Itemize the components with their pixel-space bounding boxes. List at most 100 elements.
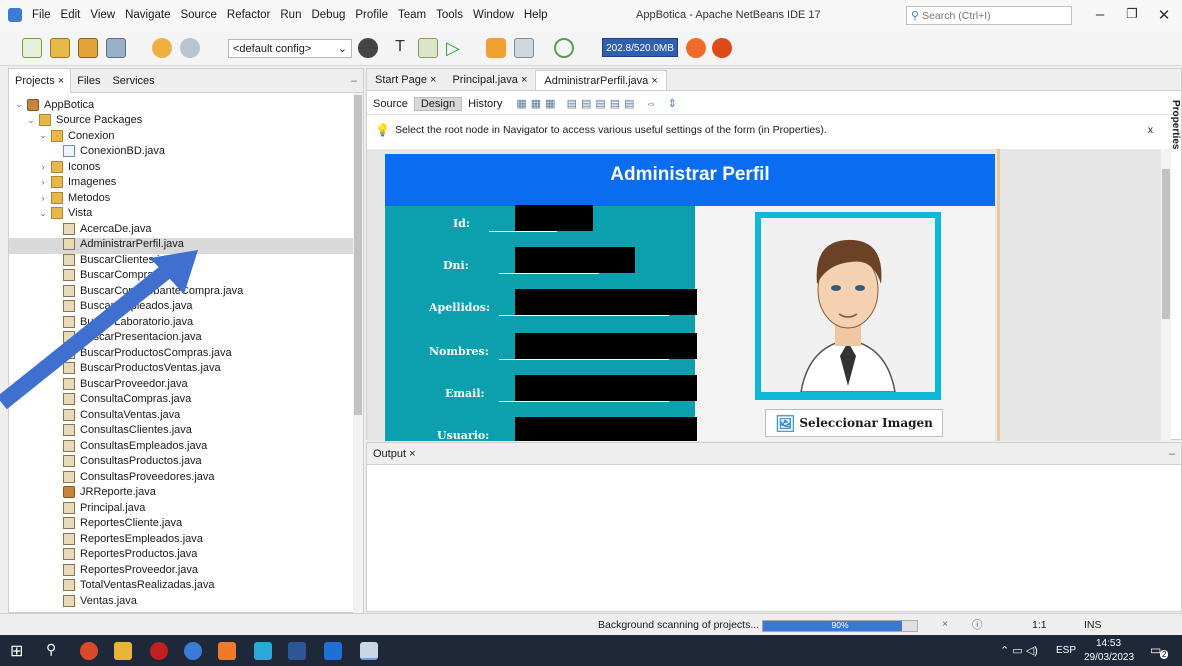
tab-principal[interactable]: Principal.java × (444, 70, 535, 90)
field-email[interactable] (515, 375, 697, 401)
layout-tools-icon[interactable]: ▦▦▦ ▤▤▤▤▤ ⇔ ⇕ (516, 97, 681, 110)
menu-view[interactable]: View (90, 9, 115, 21)
design-mode-button[interactable]: Design (413, 96, 463, 111)
expand-toggle-icon[interactable]: ⌄ (25, 115, 37, 126)
tree-file-item[interactable]: AcercaDe.java (49, 221, 152, 237)
word-icon[interactable] (288, 642, 306, 660)
menu-tools[interactable]: Tools (436, 9, 463, 21)
tree-folder-item[interactable]: › Iconos (37, 159, 100, 175)
cancel-scan-icon[interactable]: × (942, 618, 948, 630)
menu-team[interactable]: Team (398, 9, 426, 21)
scrollbar-thumb[interactable] (354, 95, 362, 415)
windows-start-icon[interactable]: ⊞ (10, 641, 23, 661)
menu-source[interactable]: Source (180, 9, 216, 21)
menu-debug[interactable]: Debug (311, 9, 345, 21)
new-project-icon[interactable] (50, 38, 70, 58)
expand-toggle-icon[interactable]: ⌄ (37, 208, 49, 219)
apply-code-changes-icon[interactable] (554, 38, 574, 58)
tab-start-page[interactable]: Start Page × (367, 70, 444, 90)
chrome-profile-icon[interactable] (184, 642, 202, 660)
debug-icon[interactable] (486, 38, 506, 58)
save-all-icon[interactable] (106, 38, 126, 58)
search-icon[interactable]: ⚲ (46, 641, 56, 658)
notifications-icon[interactable]: ⓘ (972, 617, 983, 632)
memory-indicator[interactable]: 202.8/520.0MB (602, 38, 678, 57)
build-hammer-icon[interactable]: T (390, 38, 410, 58)
file-explorer-icon[interactable] (114, 642, 132, 660)
undo-icon[interactable] (152, 38, 172, 58)
tree-file-item[interactable]: ConsultasClientes.java (49, 423, 192, 439)
tree-scrollbar[interactable] (353, 93, 363, 613)
field-nombres[interactable] (515, 333, 697, 359)
tree-file-item[interactable]: ReportesCliente.java (49, 516, 182, 532)
minimize-button[interactable]: – (1086, 6, 1114, 23)
menu-edit[interactable]: Edit (61, 9, 81, 21)
close-window-button[interactable]: ✕ (1150, 6, 1178, 24)
language-indicator[interactable]: ESP (1056, 645, 1076, 656)
tab-projects[interactable]: Projects × (9, 68, 72, 93)
tree-folder-item[interactable]: › Metodos (37, 190, 110, 206)
system-tray-icon[interactable]: ⌃ ▭ ◁) (1000, 644, 1038, 657)
redo-icon[interactable] (180, 38, 200, 58)
tree-folder-item[interactable]: › Imagenes (37, 175, 116, 191)
properties-side-tab[interactable]: Properties (1170, 100, 1181, 149)
tree-file-item[interactable]: ConsultasProductos.java (49, 454, 202, 470)
clean-build-broom-icon[interactable] (418, 38, 438, 58)
tab-files[interactable]: Files (71, 75, 106, 87)
tab-output[interactable]: Output × (367, 448, 422, 460)
expand-toggle-icon[interactable]: ⌄ (37, 130, 49, 141)
field-dni[interactable] (515, 247, 635, 273)
maximize-button[interactable]: ❐ (1118, 6, 1146, 22)
menu-profile[interactable]: Profile (355, 9, 388, 21)
editor-scrollbar[interactable] (1161, 149, 1171, 441)
tree-folder-item[interactable]: ⌄ Source Packages (25, 113, 142, 129)
expand-toggle-icon[interactable]: › (37, 177, 49, 187)
clean-build-icon[interactable] (358, 38, 378, 58)
select-image-button[interactable]: 🖼 Seleccionar Imagen (765, 409, 943, 437)
tree-file-item[interactable]: ReportesEmpleados.java (49, 531, 203, 547)
tree-file-item[interactable]: ConexionBD.java (49, 144, 165, 160)
menu-window[interactable]: Window (473, 9, 514, 21)
scrollbar-thumb[interactable] (1162, 169, 1170, 319)
xampp-icon[interactable] (218, 642, 236, 660)
tree-file-item[interactable]: ConsultasProveedores.java (49, 469, 215, 485)
hint-close-button[interactable]: x (1148, 124, 1153, 136)
tree-file-item[interactable]: JRReporte.java (49, 485, 156, 501)
tree-file-item[interactable]: ReportesProductos.java (49, 547, 197, 563)
tree-folder-item[interactable]: ⌄ Vista (37, 206, 92, 222)
profile-image-frame[interactable] (755, 212, 941, 400)
history-mode-button[interactable]: History (462, 98, 508, 110)
menu-file[interactable]: File (32, 9, 51, 21)
tree-file-item[interactable]: ReportesProveedor.java (49, 562, 198, 578)
tree-folder-item[interactable]: ⌄ AppBotica (13, 97, 94, 113)
netbeans-taskbar-icon[interactable] (360, 642, 378, 660)
run-icon[interactable]: ▷ (446, 38, 466, 58)
menu-run[interactable]: Run (280, 9, 301, 21)
gc-icon[interactable] (686, 38, 706, 58)
app-icon[interactable] (254, 642, 272, 660)
config-select[interactable]: <default config> ⌄ (228, 39, 352, 58)
new-file-icon[interactable] (22, 38, 42, 58)
expand-toggle-icon[interactable]: ⌄ (13, 99, 25, 110)
field-usuario[interactable] (515, 417, 697, 441)
minimize-panel-icon[interactable]: – (345, 75, 363, 87)
tree-file-item[interactable]: Ventas.java (49, 593, 137, 609)
search-input[interactable]: ⚲ Search (Ctrl+I) (906, 6, 1072, 25)
tree-file-item[interactable]: Principal.java (49, 500, 145, 516)
expand-toggle-icon[interactable]: › (37, 162, 49, 172)
menu-navigate[interactable]: Navigate (125, 9, 170, 21)
profile-icon[interactable] (514, 38, 534, 58)
minimize-panel-icon[interactable]: – (1163, 448, 1181, 460)
tree-file-item[interactable]: ConsultasEmpleados.java (49, 438, 207, 454)
menu-refactor[interactable]: Refactor (227, 9, 270, 21)
menu-help[interactable]: Help (524, 9, 548, 21)
tree-folder-item[interactable]: ⌄ Conexion (37, 128, 114, 144)
field-apellidos[interactable] (515, 289, 697, 315)
expand-toggle-icon[interactable]: › (37, 193, 49, 203)
tree-file-item[interactable]: TotalVentasRealizadas.java (49, 578, 215, 594)
design-canvas[interactable]: Administrar Perfil Id: Dni: Apellidos: N… (367, 149, 1161, 442)
field-id[interactable] (515, 205, 593, 231)
app-icon[interactable] (150, 642, 168, 660)
profile-ide-icon[interactable] (712, 38, 732, 58)
app-icon[interactable] (324, 642, 342, 660)
